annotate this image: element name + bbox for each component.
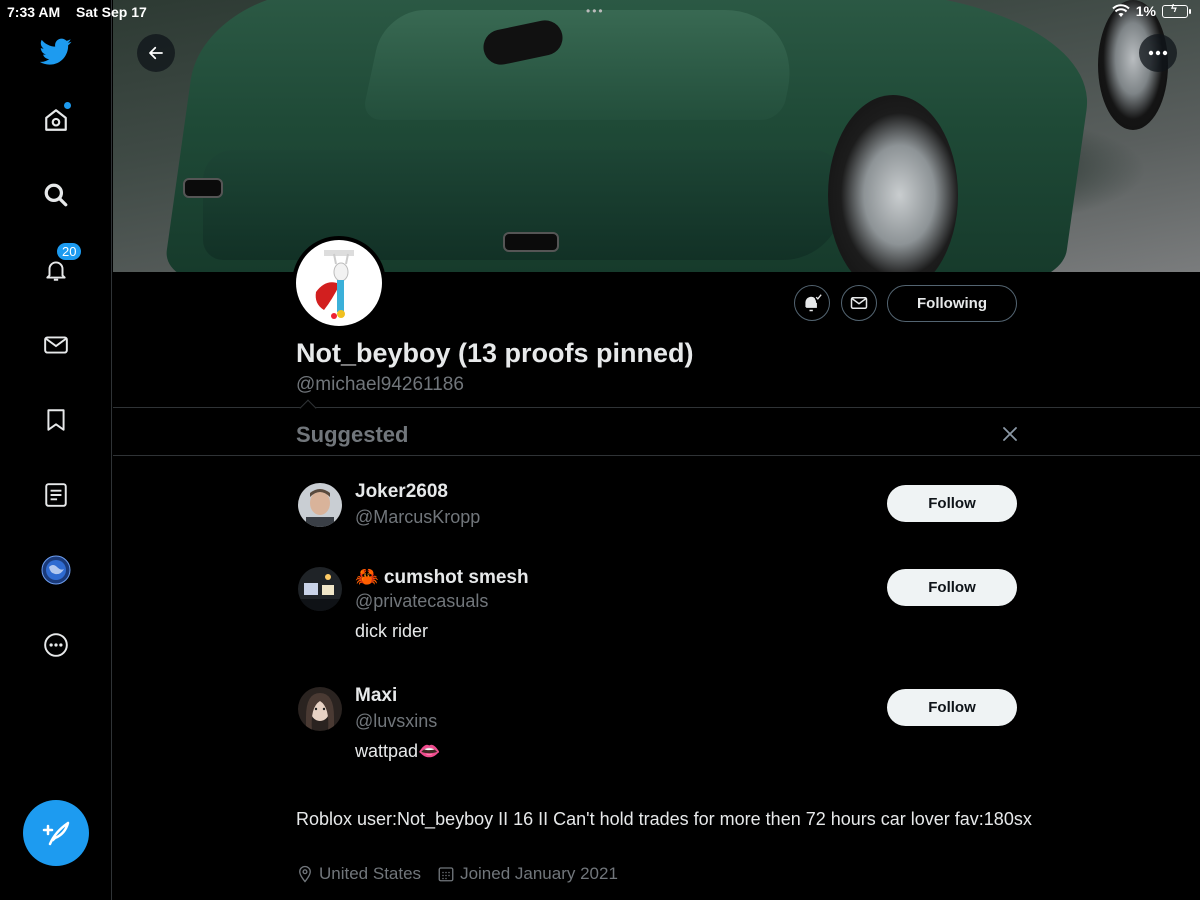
car-light-graphic: [183, 178, 223, 198]
bell-check-icon: [805, 294, 822, 312]
status-bar: 7:33 AM Sat Sep 17 ••• 1% ϟ: [0, 0, 1200, 24]
ellipsis-icon: [1148, 50, 1168, 56]
location-pin-icon: [299, 865, 311, 883]
profile-display-name: Not_beyboy (13 proofs pinned): [296, 338, 694, 368]
status-time: 7:33 AM: [7, 4, 61, 20]
list-icon: [45, 483, 67, 507]
feather-plus-icon: [42, 821, 70, 846]
twitter-logo-icon[interactable]: [36, 32, 76, 72]
suggested-avatar[interactable]: [298, 687, 342, 731]
sidebar: 20: [0, 0, 112, 900]
suggested-name[interactable]: Maxi: [355, 685, 397, 707]
suggested-name[interactable]: 🦀 cumshot smesh: [355, 565, 529, 589]
wifi-icon: [1112, 4, 1130, 17]
compose-tweet-button[interactable]: [23, 800, 89, 866]
profile-avatar[interactable]: [292, 236, 386, 330]
more-options-button[interactable]: [1139, 34, 1177, 72]
nav-lists[interactable]: [36, 475, 76, 515]
profile-location: United States: [319, 864, 422, 883]
nav-notifications[interactable]: 20: [36, 242, 83, 290]
suggested-handle: @privatecasuals: [355, 591, 489, 611]
nav-profile[interactable]: [36, 550, 76, 590]
multitasking-dots[interactable]: •••: [586, 4, 605, 18]
more-circle-icon: [44, 633, 68, 657]
profile-banner-image[interactable]: [113, 0, 1200, 272]
close-icon: [1003, 427, 1017, 441]
suggested-pointer: [299, 399, 317, 417]
envelope-icon: [44, 336, 68, 354]
nav-explore[interactable]: [36, 175, 76, 215]
envelope-icon: [850, 297, 868, 309]
suggested-avatar[interactable]: [298, 567, 342, 611]
home-icon: [45, 109, 67, 131]
suggested-bio: wattpad👄: [355, 741, 441, 761]
back-button[interactable]: [137, 34, 175, 72]
follow-button[interactable]: Follow: [887, 569, 1017, 606]
suggested-bio: dick rider: [355, 621, 429, 641]
follow-button[interactable]: Follow: [887, 689, 1017, 726]
nav-more[interactable]: [36, 625, 76, 665]
arrow-left-icon: [149, 46, 163, 60]
bookmark-icon: [47, 409, 65, 431]
battery-percent: 1%: [1135, 3, 1156, 19]
suggested-title: Suggested: [296, 422, 409, 447]
message-button[interactable]: [841, 285, 877, 321]
avatar-cartoon-image: [315, 250, 354, 319]
suggested-handle: @luvsxins: [355, 711, 438, 731]
home-unread-dot: [64, 102, 71, 109]
profile-handle: @michael94261186: [296, 374, 464, 395]
dismiss-suggested-button[interactable]: [998, 422, 1022, 446]
nav-messages[interactable]: [36, 325, 76, 365]
suggested-handle: @MarcusKropp: [355, 507, 481, 527]
status-date: Sat Sep 17: [76, 4, 147, 20]
car-light-graphic: [503, 232, 559, 252]
notifications-toggle-button[interactable]: [794, 285, 830, 321]
profile-bio: Roblox user:Not_beyboy II 16 II Can't ho…: [296, 809, 1032, 829]
suggested-avatar[interactable]: [298, 483, 342, 527]
divider: [113, 455, 1200, 456]
notification-count-badge: 20: [56, 242, 83, 261]
follow-button[interactable]: Follow: [887, 485, 1017, 522]
search-icon: [44, 183, 68, 207]
profile-avatar-icon: [41, 555, 71, 585]
divider: [113, 407, 1200, 408]
profile-joined-date: Joined January 2021: [460, 864, 618, 883]
suggested-name[interactable]: Joker2608: [355, 481, 448, 503]
following-button[interactable]: Following: [887, 285, 1017, 322]
battery-icon: ϟ: [1162, 3, 1191, 18]
nav-bookmarks[interactable]: [36, 400, 76, 440]
calendar-icon: [438, 867, 454, 882]
car-hood-graphic: [361, 10, 805, 120]
profile-meta: United States Joined January 2021: [296, 864, 618, 884]
nav-home[interactable]: [36, 100, 76, 140]
